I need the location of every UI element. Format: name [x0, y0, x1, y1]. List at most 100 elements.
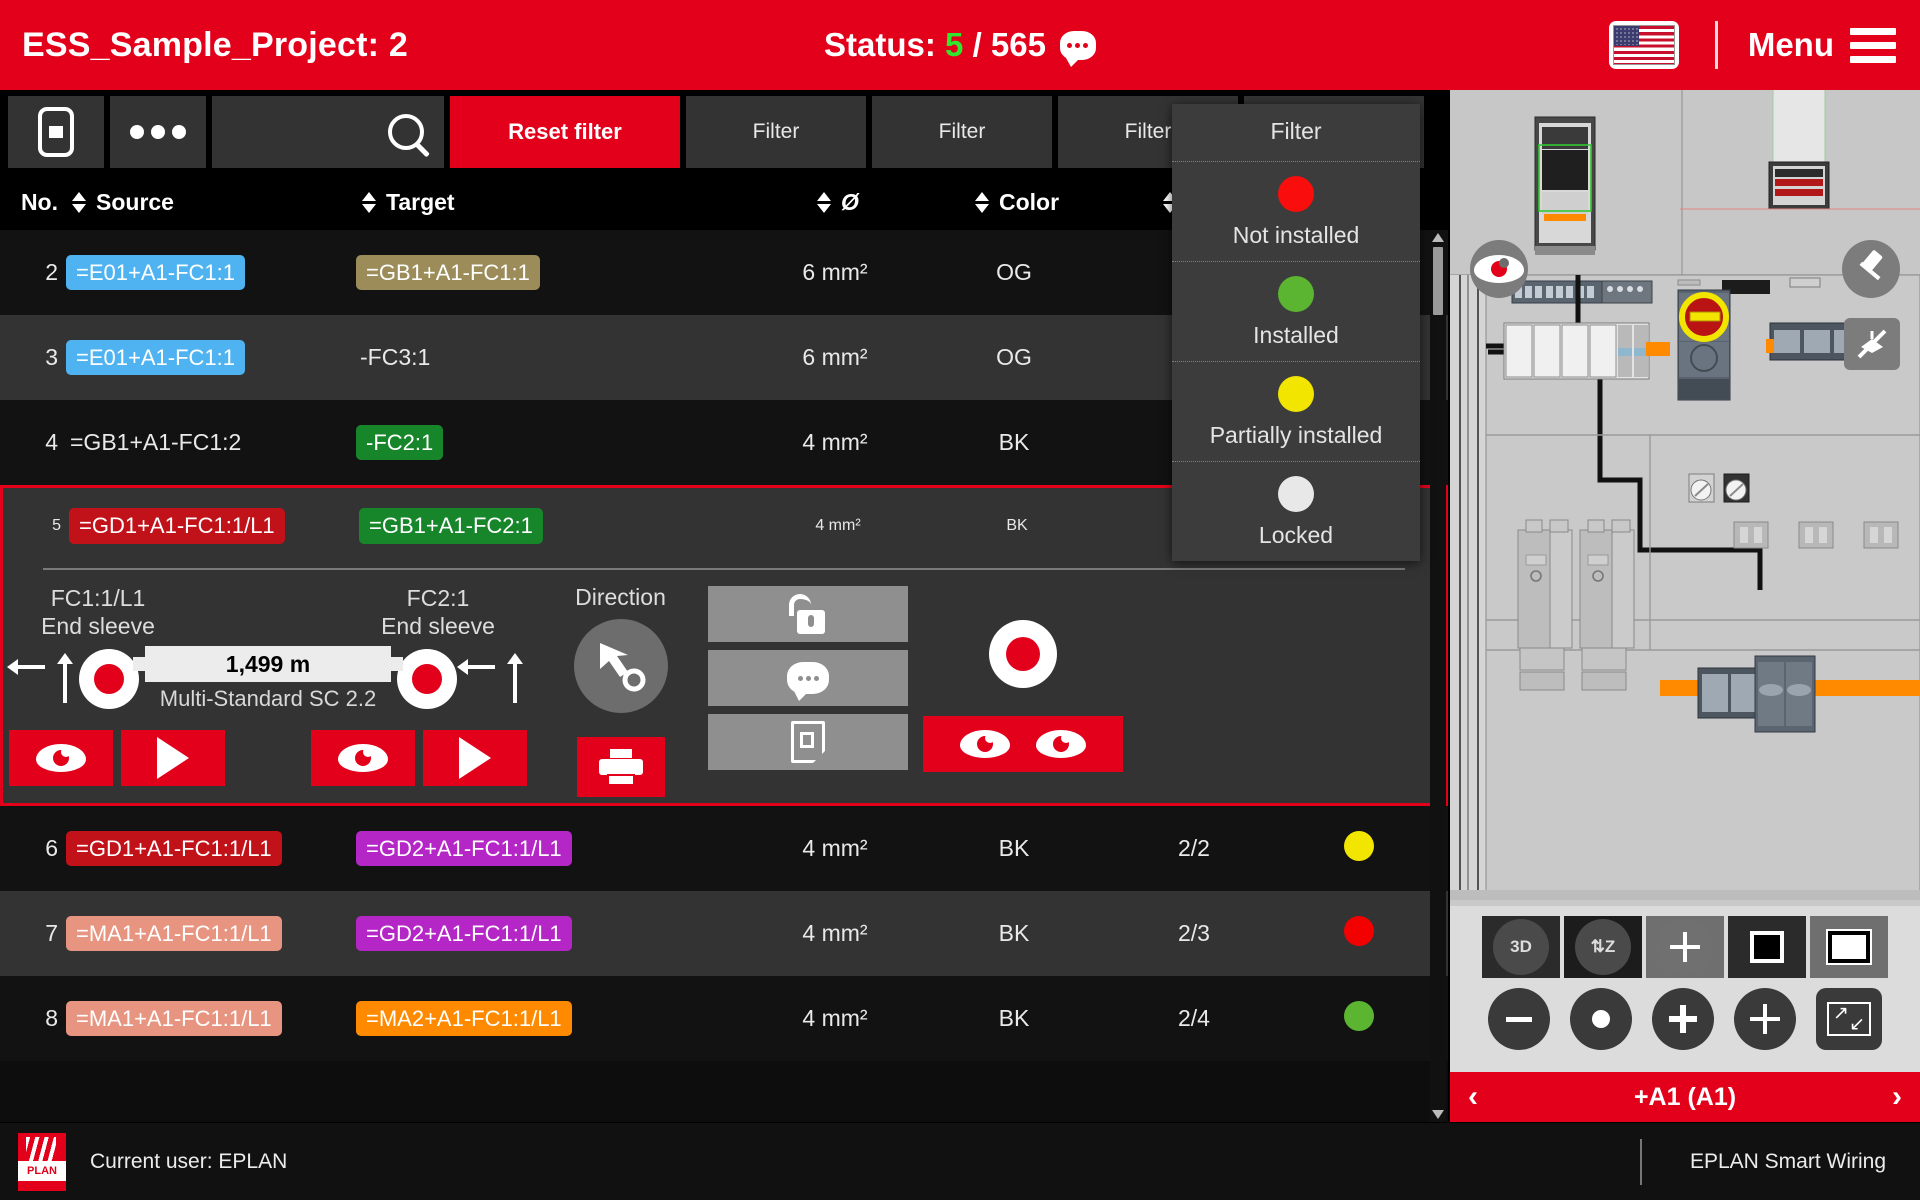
hide-highlight-button[interactable] [1844, 318, 1900, 370]
filter-option-installed[interactable]: Installed [1172, 262, 1420, 362]
move-button[interactable] [1734, 988, 1796, 1050]
filter-option-partially-installed[interactable]: Partially installed [1172, 362, 1420, 462]
row-channel: 2/4 [1178, 1005, 1210, 1031]
pan-icon [1670, 932, 1700, 962]
scroll-down-icon[interactable] [1432, 1110, 1444, 1119]
right-play-button[interactable] [423, 730, 527, 787]
row-source: =MA1+A1-FC1:1/L1 [66, 915, 356, 952]
save-document-icon [791, 721, 825, 763]
column-header-source[interactable]: Source [66, 189, 356, 216]
reset-filter-button[interactable]: Reset filter [450, 96, 680, 168]
sort-icon-source[interactable] [72, 191, 86, 213]
left-terminal-marker[interactable] [79, 649, 139, 710]
table-row[interactable]: 8 =MA1+A1-FC1:1/L1 =MA2+A1-FC1:1/L1 4 mm… [0, 976, 1448, 1061]
more-options-icon [130, 125, 186, 139]
eye-icon [1036, 730, 1086, 758]
play-icon [459, 737, 491, 780]
scroll-up-icon[interactable] [1432, 233, 1444, 242]
table-row[interactable]: 6 =GD1+A1-FC1:1/L1 =GD2+A1-FC1:1/L1 4 mm… [0, 806, 1448, 891]
sort-icon-target[interactable] [362, 191, 376, 213]
scrollbar-thumb[interactable] [1433, 247, 1443, 315]
print-button[interactable] [576, 737, 665, 797]
us-flag-icon[interactable] [1608, 21, 1679, 69]
filter-option-locked[interactable]: Locked [1172, 462, 1420, 561]
white-view-icon [1826, 929, 1872, 965]
sort-icon-color[interactable] [974, 191, 989, 213]
right-route-arrow-icon [457, 653, 501, 705]
row-target: =GD2+A1-FC1:1/L1 [356, 915, 746, 952]
header-right-controls: Menu [1608, 21, 1920, 69]
row-diameter: 6 mm² [802, 259, 868, 285]
table-row[interactable]: 7 =MA1+A1-FC1:1/L1 =GD2+A1-FC1:1/L1 4 mm… [0, 891, 1448, 976]
column-header-diameter[interactable]: Ø [746, 189, 924, 216]
menu-button[interactable]: Menu [1748, 26, 1896, 64]
row-state [1284, 1000, 1434, 1037]
cabinet-viewer-pane: 3D ⇅Z ↙ ↗ ‹ +A1 (A1) › [1448, 90, 1920, 1122]
status-text: Status: 5 / 565 [824, 26, 1046, 64]
product-name-label: EPLAN Smart Wiring [1689, 1149, 1886, 1173]
sort-icon-diameter[interactable] [817, 191, 832, 213]
row-target: =GB1+A1-FC1:1 [356, 254, 746, 291]
filter-button-source[interactable]: Filter [686, 96, 866, 168]
connection-list-pane: Reset filter Filter Filter Filter Filter… [0, 90, 1448, 1122]
left-play-button[interactable] [121, 730, 225, 787]
row-target: -FC3:1 [360, 344, 431, 370]
right-eye-button[interactable] [311, 730, 415, 787]
comment-button[interactable] [708, 650, 908, 706]
column-header-color[interactable]: Color [924, 189, 1104, 216]
visibility-toggle-viewer-button[interactable] [1470, 240, 1528, 298]
row-source: =MA1+A1-FC1:1/L1 [66, 1000, 356, 1037]
filter-option-not-installed[interactable]: Not installed [1172, 162, 1420, 262]
search-input[interactable] [212, 96, 444, 168]
direction-toggle-button[interactable] [573, 619, 668, 713]
row-state [1284, 830, 1434, 867]
search-icon [388, 114, 424, 150]
pin-icon [1856, 251, 1886, 287]
pan-button[interactable] [1646, 916, 1724, 978]
row-target: =GD2+A1-FC1:1/L1 [356, 830, 746, 867]
rotate-3d-button[interactable]: 3D [1482, 916, 1560, 978]
eplan-logo: PLAN [18, 1132, 66, 1191]
right-route-up-icon [501, 653, 529, 705]
save-button[interactable] [708, 714, 908, 770]
left-eye-button[interactable] [9, 730, 113, 787]
3d-view-canvas[interactable] [1450, 90, 1920, 906]
right-terminal-marker[interactable] [397, 649, 457, 710]
status-done-count: 5 [945, 26, 964, 63]
filter-option-label: Partially installed [1209, 422, 1383, 448]
row-no: 4 [45, 429, 58, 455]
next-cabinet-button[interactable]: › [1892, 1082, 1902, 1112]
row-source: =GB1+A1-FC1:2 [70, 429, 242, 455]
white-view-button[interactable] [1810, 916, 1888, 978]
unlock-button[interactable] [708, 586, 908, 642]
zoom-reset-button[interactable] [1570, 988, 1632, 1050]
black-view-button[interactable] [1728, 916, 1806, 978]
visibility-toggle-button[interactable] [923, 716, 1123, 772]
viewer-toolbar: 3D ⇅Z [1450, 906, 1920, 1072]
prev-cabinet-button[interactable]: ‹ [1468, 1082, 1478, 1112]
vertical-scrollbar[interactable] [1430, 230, 1446, 1122]
row-color: BK [998, 429, 1030, 455]
z-axis-button[interactable]: ⇅Z [1564, 916, 1642, 978]
more-options-button[interactable] [110, 96, 206, 168]
fit-screen-button[interactable] [1816, 988, 1882, 1050]
status-dot-white [1278, 476, 1314, 512]
row-source: =E01+A1-FC1:1 [66, 254, 356, 291]
zoom-out-button[interactable] [1488, 988, 1550, 1050]
pin-view-button[interactable] [1842, 240, 1900, 298]
filter-button-target[interactable]: Filter [872, 96, 1052, 168]
move-icon [1750, 1004, 1780, 1034]
rotate-3d-icon: 3D [1510, 937, 1532, 956]
zoom-in-button[interactable] [1652, 988, 1714, 1050]
comment-bubble-icon[interactable] [1059, 30, 1096, 67]
connection-state-marker[interactable] [989, 620, 1057, 688]
column-header-no[interactable]: No. [0, 189, 66, 216]
column-header-target[interactable]: Target [356, 189, 746, 216]
device-icon-button[interactable] [8, 96, 104, 168]
filter-dropdown[interactable]: Filter Not installed Installed Partially… [1172, 104, 1420, 561]
terminal-action-row [3, 730, 533, 787]
device-icon [38, 107, 74, 157]
status-total-count: 565 [990, 26, 1046, 63]
cabinet-name-label: +A1 (A1) [1633, 1082, 1737, 1111]
column-header-diameter-label: Ø [841, 188, 859, 215]
